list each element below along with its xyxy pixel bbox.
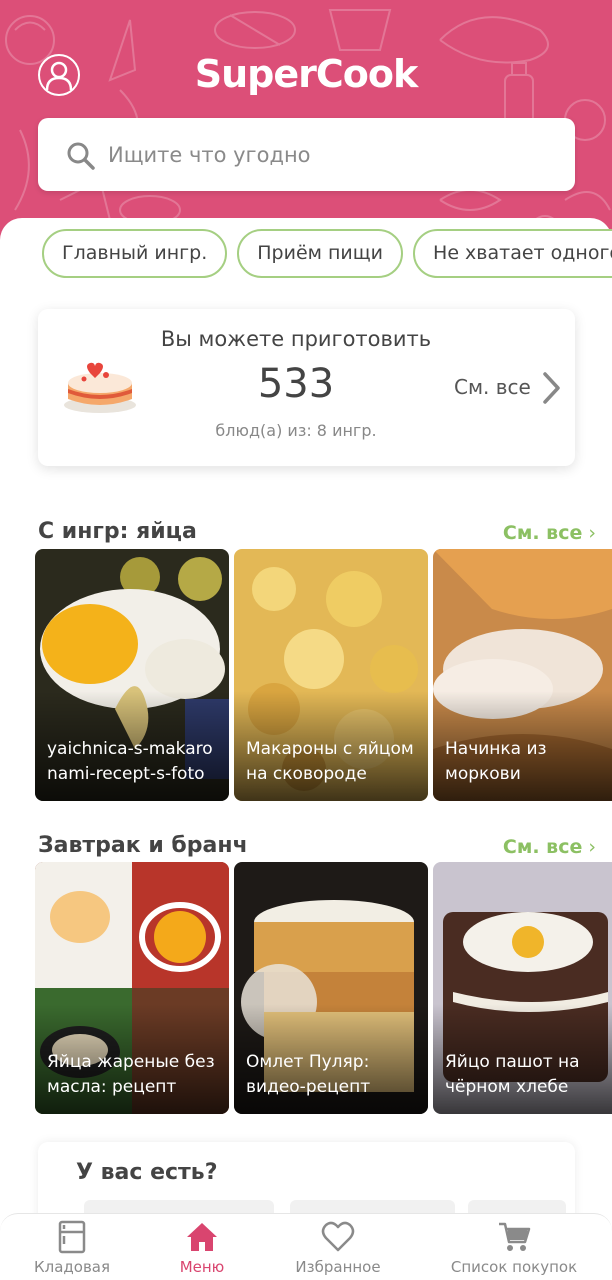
recipe-title: yaichnica-s-makaronami-recept-s-foto — [47, 739, 213, 784]
cart-icon — [499, 1222, 531, 1251]
can-cook-card[interactable]: Вы можете приготовить 533 блюд(а) из: 8 … — [38, 309, 575, 466]
have-ingredients-title: У вас есть? — [76, 1160, 218, 1185]
recipe-title: Омлет Пуляр: видео-рецепт — [246, 1052, 371, 1097]
section-title-breakfast: Завтрак и бранч — [38, 833, 248, 858]
search-input[interactable] — [108, 136, 548, 174]
tab-pantry[interactable]: Кладовая — [22, 1220, 122, 1276]
see-all-label: См. все — [502, 836, 583, 858]
chevron-right-icon[interactable] — [541, 371, 561, 405]
can-cook-title: Вы можете приготовить — [160, 327, 432, 351]
chip-main-ingredient[interactable]: Главный ингр. — [42, 229, 228, 278]
section-title-eggs: С ингр: яйца — [38, 519, 197, 544]
bottom-tab-bar: Кладовая Меню Избранное Список покупок — [0, 1213, 612, 1280]
recipe-card[interactable]: Начинка из моркови — [433, 549, 612, 801]
recipe-title: Начинка из моркови — [445, 739, 547, 784]
see-all-label: См. все — [502, 522, 583, 544]
recipe-count-subtitle: блюд(а) из: 8 ингр. — [215, 421, 377, 440]
recipe-card[interactable]: Яйцо пашот на чёрном хлебе — [433, 862, 612, 1114]
tab-label: Избранное — [295, 1258, 381, 1276]
recipe-title: Яйцо пашот на чёрном хлебе — [445, 1052, 580, 1097]
search-icon — [67, 142, 95, 170]
search-bar[interactable] — [38, 118, 575, 191]
recipe-card[interactable]: yaichnica-s-makaronami-recept-s-foto — [35, 549, 229, 801]
home-icon — [187, 1223, 217, 1251]
recipe-card[interactable]: Макароны с яйцом на сковороде — [234, 549, 428, 801]
tab-label: Кладовая — [33, 1258, 111, 1276]
filter-chips: Главный ингр. Приём пищи Не хватает одного — [42, 229, 612, 278]
see-all-link[interactable]: См. все — [454, 375, 531, 399]
recipe-card[interactable]: Омлет Пуляр: видео-рецепт — [234, 862, 428, 1114]
tab-label: Список покупок — [450, 1258, 578, 1276]
tab-menu[interactable]: Меню — [160, 1220, 244, 1276]
heart-icon — [321, 1221, 355, 1252]
pantry-icon — [58, 1220, 86, 1254]
chevron-right-icon: › — [582, 836, 596, 858]
cake-icon — [64, 362, 136, 413]
recipe-count: 533 — [257, 361, 335, 407]
chip-meal-type[interactable]: Приём пищи — [237, 229, 404, 278]
tab-label: Меню — [179, 1258, 225, 1276]
chevron-right-icon: › — [582, 522, 596, 544]
section-see-all-breakfast[interactable]: См. все › — [503, 836, 596, 858]
app-logo: SuperCook — [194, 52, 419, 96]
recipe-title: Яйца жареные без масла: рецепт — [47, 1052, 215, 1097]
chip-missing-one[interactable]: Не хватает одного — [413, 229, 612, 278]
tab-favorites[interactable]: Избранное — [282, 1220, 394, 1276]
section-see-all-eggs[interactable]: См. все › — [503, 522, 596, 544]
recipe-card[interactable]: Яйца жареные без масла: рецепт — [35, 862, 229, 1114]
recipe-title: Макароны с яйцом на сковороде — [246, 739, 414, 784]
tab-shopping-list[interactable]: Список покупок — [446, 1220, 582, 1276]
